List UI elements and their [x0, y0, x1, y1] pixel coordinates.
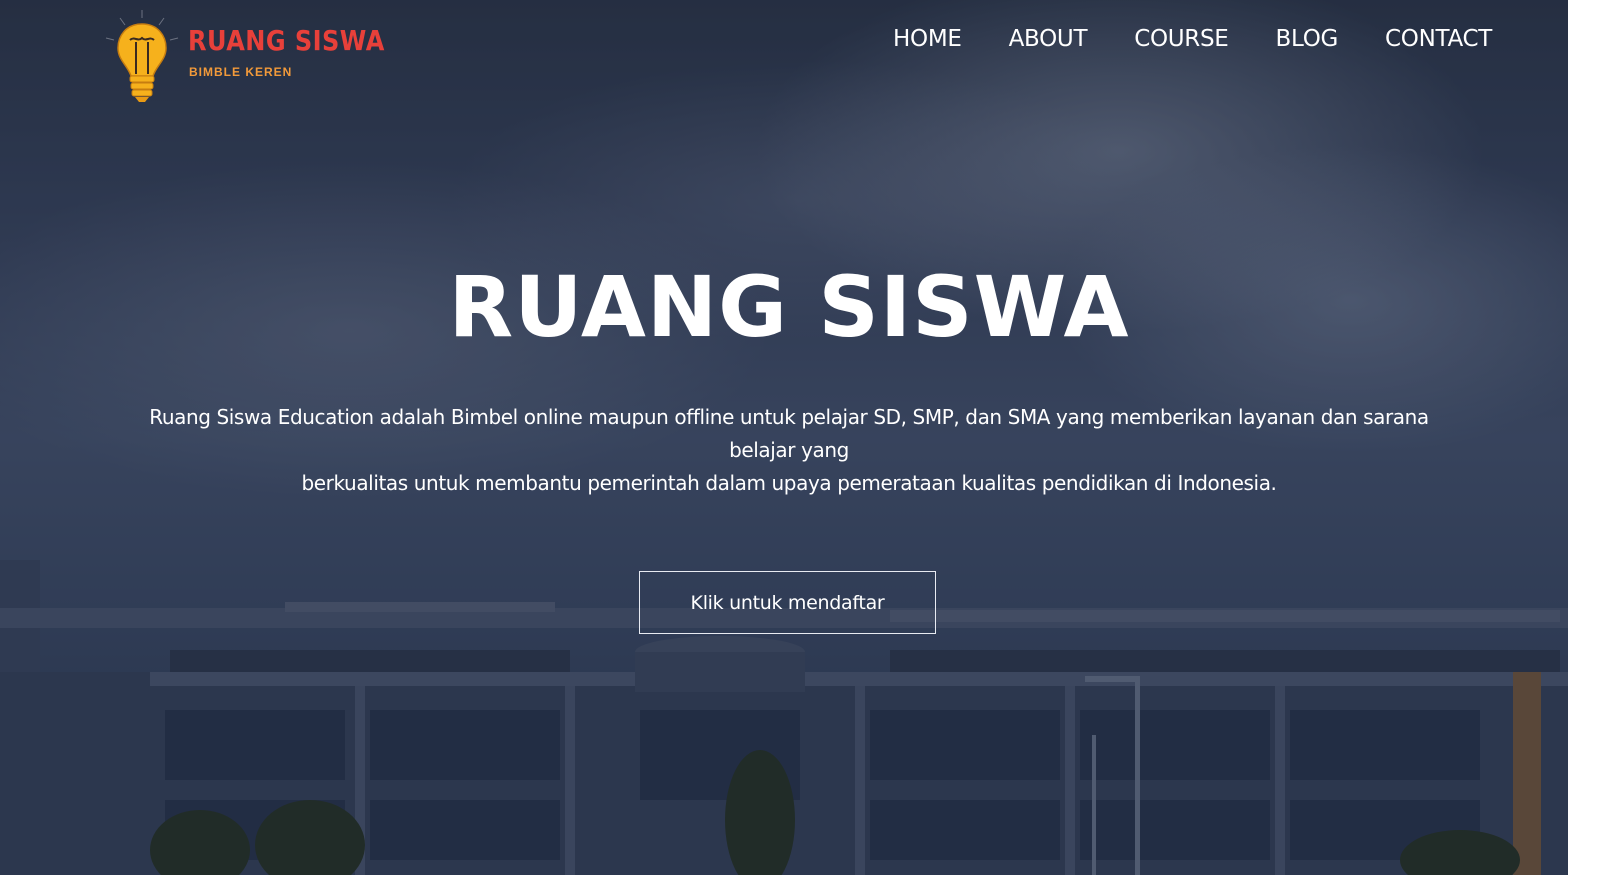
nav-home[interactable]: HOME	[893, 26, 962, 52]
lightbulb-icon	[105, 10, 179, 102]
register-button[interactable]: Klik untuk mendaftar	[639, 571, 936, 634]
logo-subtitle: BIMBLE KEREN	[189, 65, 293, 79]
nav-about[interactable]: ABOUT	[1009, 26, 1088, 52]
hero-description-line1: Ruang Siswa Education adalah Bimbel onli…	[149, 405, 1429, 429]
logo-title: RUANG SISWA	[188, 24, 385, 57]
main-nav: HOME ABOUT COURSE BLOG CONTACT	[893, 26, 1492, 52]
hero-description-line2: belajar yang	[729, 438, 849, 462]
site-logo[interactable]: RUANG SISWA BIMBLE KEREN	[100, 8, 384, 108]
nav-blog[interactable]: BLOG	[1276, 26, 1339, 52]
nav-course[interactable]: COURSE	[1134, 26, 1229, 52]
nav-contact[interactable]: CONTACT	[1385, 26, 1492, 52]
hero-description: Ruang Siswa Education adalah Bimbel onli…	[100, 401, 1478, 500]
page-margin-bottom	[0, 875, 1597, 891]
hero-description-line3: berkualitas untuk membantu pemerintah da…	[301, 471, 1277, 495]
hero-title: RUANG SISWA	[448, 258, 1130, 356]
page-margin-right	[1568, 0, 1597, 891]
